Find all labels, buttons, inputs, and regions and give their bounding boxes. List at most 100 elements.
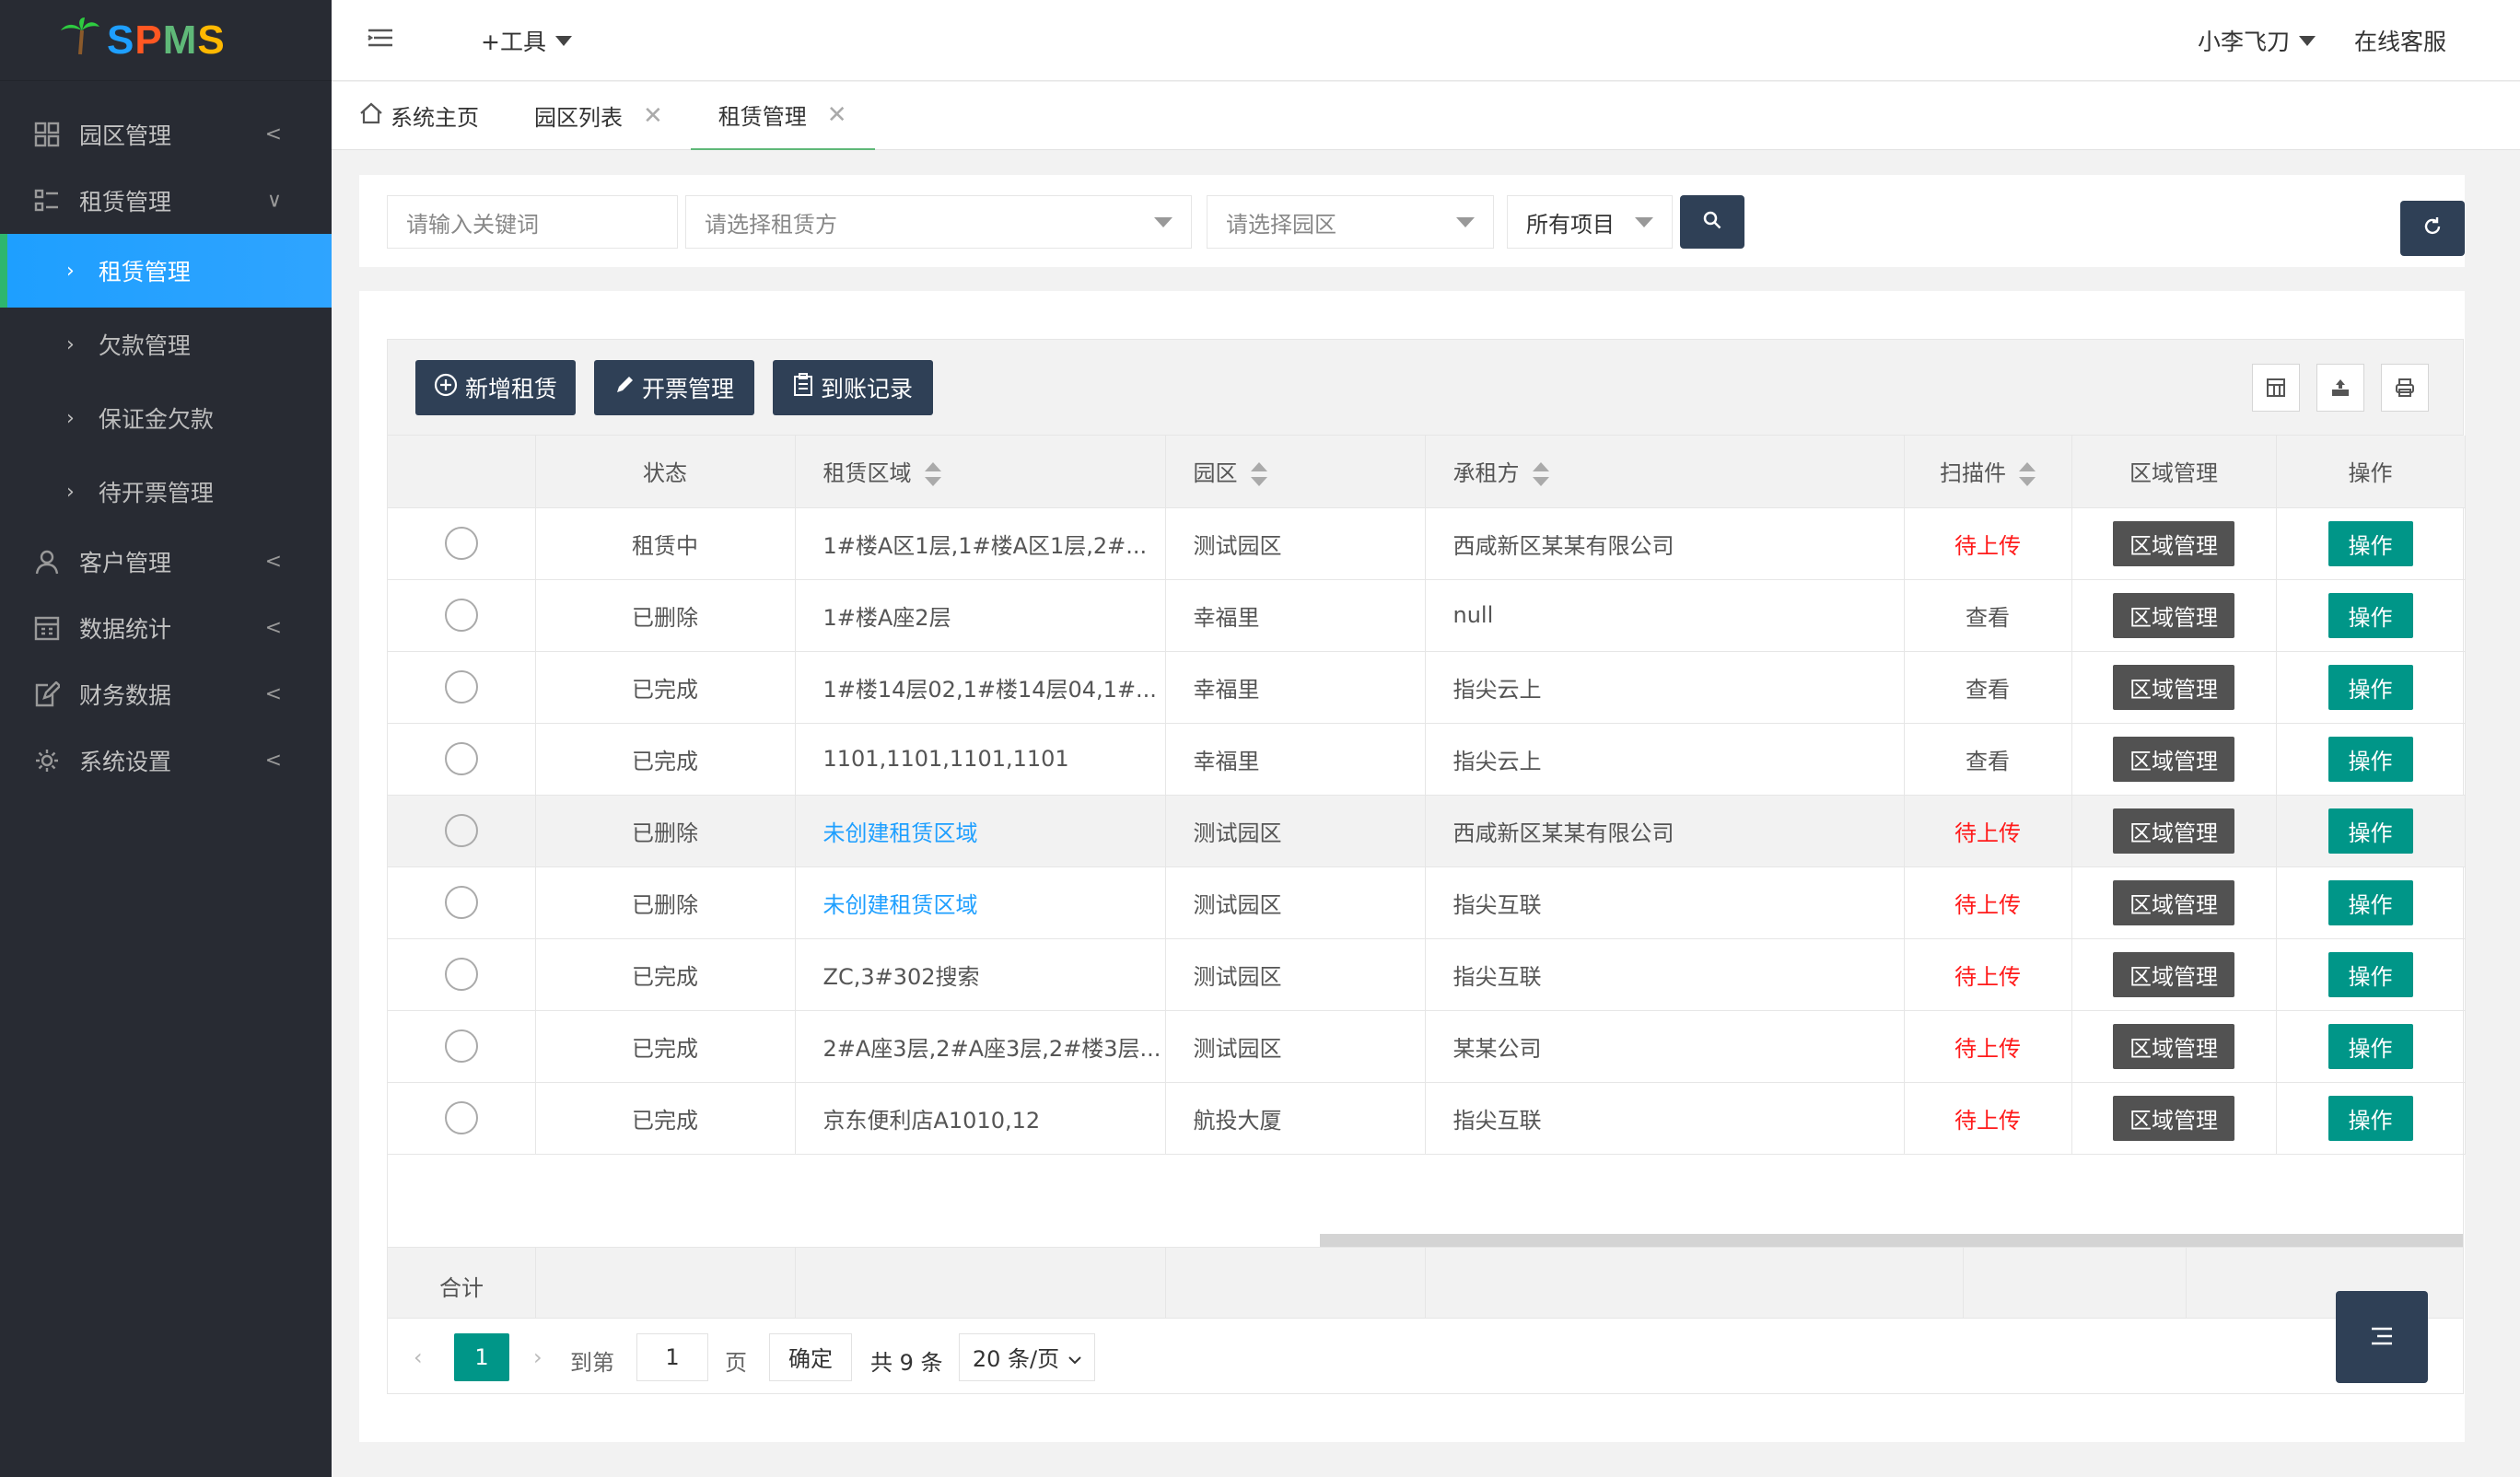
page-size-select[interactable]: 20 条/页 <box>959 1332 1095 1381</box>
sidebar-subitem-lease-management[interactable]: › 租赁管理 <box>0 234 332 308</box>
cell-scan[interactable]: 查看 <box>1904 651 2072 724</box>
operate-button[interactable]: 操作 <box>2328 592 2413 638</box>
row-select[interactable] <box>388 507 536 580</box>
cell-scan[interactable]: 待上传 <box>1904 795 2072 867</box>
receipt-records-button[interactable]: 到账记录 <box>773 360 933 415</box>
table-row[interactable]: 已删除 未创建租赁区域 测试园区 指尖互联 待上传 区域管理 操作 <box>388 866 2466 939</box>
radio-button[interactable] <box>444 527 478 560</box>
row-select[interactable] <box>388 795 536 867</box>
zone-management-button[interactable]: 区域管理 <box>2113 879 2234 925</box>
cell-scan[interactable]: 待上传 <box>1904 866 2072 939</box>
operate-button[interactable]: 操作 <box>2328 736 2413 782</box>
cell-scan[interactable]: 待上传 <box>1904 938 2072 1011</box>
column-header-tenant[interactable]: 承租方 <box>1425 436 1905 508</box>
print-icon[interactable] <box>2381 364 2429 412</box>
refresh-button[interactable] <box>2400 201 2465 256</box>
zone-management-button[interactable]: 区域管理 <box>2113 736 2234 782</box>
keyword-input[interactable]: 请输入关键词 <box>387 195 678 249</box>
close-icon[interactable]: ✕ <box>827 101 847 129</box>
cell-scan[interactable]: 待上传 <box>1904 1010 2072 1083</box>
zone-management-button[interactable]: 区域管理 <box>2113 520 2234 566</box>
cell-scan[interactable]: 查看 <box>1904 579 2072 652</box>
radio-button[interactable] <box>444 599 478 632</box>
sidebar-item-customer[interactable]: 客户管理 < <box>0 529 332 595</box>
cell-area[interactable]: 未创建租赁区域 <box>795 866 1166 939</box>
zone-management-button[interactable]: 区域管理 <box>2113 592 2234 638</box>
sort-icon[interactable] <box>924 462 941 487</box>
operate-button[interactable]: 操作 <box>2328 879 2413 925</box>
operate-button[interactable]: 操作 <box>2328 664 2413 710</box>
user-menu[interactable]: 小李飞刀 <box>2198 24 2316 57</box>
zone-management-button[interactable]: 区域管理 <box>2113 951 2234 997</box>
current-page[interactable]: 1 <box>454 1332 509 1381</box>
park-select[interactable]: 请选择园区 <box>1207 195 1494 249</box>
radio-button[interactable] <box>444 742 478 775</box>
table-row[interactable]: 已完成 京东便利店A1010,12 航投大厦 指尖互联 待上传 区域管理 操作 <box>388 1082 2466 1155</box>
sidebar-item-park[interactable]: 园区管理 < <box>0 101 332 168</box>
sort-icon[interactable] <box>1250 462 1267 487</box>
column-header-area[interactable]: 租赁区域 <box>795 436 1166 508</box>
zone-management-button[interactable]: 区域管理 <box>2113 808 2234 854</box>
radio-button[interactable] <box>444 886 478 919</box>
cell-scan[interactable]: 查看 <box>1904 723 2072 796</box>
row-select[interactable] <box>388 938 536 1011</box>
sidebar-subitem-arrears[interactable]: › 欠款管理 <box>0 308 332 381</box>
row-select[interactable] <box>388 866 536 939</box>
table-row[interactable]: 已删除 未创建租赁区域 测试园区 西咸新区某某有限公司 待上传 区域管理 操作 <box>388 795 2466 867</box>
operate-button[interactable]: 操作 <box>2328 808 2413 854</box>
sidebar-item-statistics[interactable]: 数据统计 < <box>0 595 332 661</box>
radio-button[interactable] <box>444 670 478 704</box>
sidebar-item-finance[interactable]: 财务数据 < <box>0 661 332 727</box>
table-row[interactable]: 租赁中 1#楼A区1层,1#楼A区1层,2#... 测试园区 西咸新区某某有限公司 待上… <box>388 507 2466 580</box>
radio-button[interactable] <box>444 958 478 991</box>
radio-button[interactable] <box>444 1101 478 1134</box>
close-icon[interactable]: ✕ <box>643 102 663 130</box>
cell-scan[interactable]: 待上传 <box>1904 507 2072 580</box>
page-input[interactable]: 1 <box>636 1332 708 1381</box>
sidebar-item-settings[interactable]: 系统设置 < <box>0 727 332 794</box>
column-header-park[interactable]: 园区 <box>1165 436 1426 508</box>
table-row[interactable]: 已完成 1101,1101,1101,1101 幸福里 指尖云上 查看 区域管理 操作 <box>388 723 2466 796</box>
sort-icon[interactable] <box>2019 462 2036 487</box>
cell-scan[interactable]: 待上传 <box>1904 1082 2072 1155</box>
tab-park-list[interactable]: 园区列表 ✕ <box>507 82 691 150</box>
sidebar-subitem-pending-invoice[interactable]: › 待开票管理 <box>0 455 332 529</box>
operate-button[interactable]: 操作 <box>2328 1023 2413 1069</box>
invoice-management-button[interactable]: 开票管理 <box>594 360 754 415</box>
operate-button[interactable]: 操作 <box>2328 520 2413 566</box>
table-row[interactable]: 已完成 ZC,3#302搜索 测试园区 指尖互联 待上传 区域管理 操作 <box>388 938 2466 1011</box>
next-page-icon[interactable]: › <box>533 1344 542 1370</box>
operate-button[interactable]: 操作 <box>2328 951 2413 997</box>
menu-toggle-icon[interactable] <box>367 25 394 55</box>
columns-filter-icon[interactable] <box>2252 364 2300 412</box>
zone-management-button[interactable]: 区域管理 <box>2113 1095 2234 1141</box>
prev-page-icon[interactable]: ‹ <box>414 1344 423 1370</box>
tenant-select[interactable]: 请选择租赁方 <box>685 195 1192 249</box>
radio-button[interactable] <box>444 814 478 847</box>
project-select[interactable]: 所有项目 <box>1507 195 1673 249</box>
operate-button[interactable]: 操作 <box>2328 1095 2413 1141</box>
zone-management-button[interactable]: 区域管理 <box>2113 1023 2234 1069</box>
tab-lease-management[interactable]: 租赁管理 ✕ <box>690 82 875 150</box>
column-header-scan[interactable]: 扫描件 <box>1904 436 2072 508</box>
row-select[interactable] <box>388 579 536 652</box>
search-button[interactable] <box>1680 195 1744 249</box>
horizontal-scrollbar[interactable] <box>1320 1233 2463 1247</box>
zone-management-button[interactable]: 区域管理 <box>2113 664 2234 710</box>
sort-icon[interactable] <box>1532 462 1549 487</box>
table-row[interactable]: 已完成 2#A座3层,2#A座3层,2#楼3层... 测试园区 某某公司 待上传 区域管理… <box>388 1010 2466 1083</box>
sidebar-subitem-deposit-arrears[interactable]: › 保证金欠款 <box>0 381 332 455</box>
row-select[interactable] <box>388 651 536 724</box>
tab-home[interactable]: 系统主页 <box>332 82 507 150</box>
table-row[interactable]: 已完成 1#楼14层02,1#楼14层04,1#... 幸福里 指尖云上 查看 区域管理 操… <box>388 651 2466 724</box>
tools-menu[interactable]: +工具 <box>481 24 572 57</box>
row-select[interactable] <box>388 1010 536 1083</box>
sidebar-item-lease[interactable]: 租赁管理 ∨ <box>0 168 332 234</box>
row-select[interactable] <box>388 1082 536 1155</box>
radio-button[interactable] <box>444 1029 478 1063</box>
confirm-button[interactable]: 确定 <box>769 1332 852 1381</box>
logo[interactable]: SPMS <box>0 0 332 81</box>
export-icon[interactable] <box>2316 364 2364 412</box>
floating-menu-button[interactable] <box>2336 1291 2428 1383</box>
add-lease-button[interactable]: 新增租赁 <box>415 360 576 415</box>
